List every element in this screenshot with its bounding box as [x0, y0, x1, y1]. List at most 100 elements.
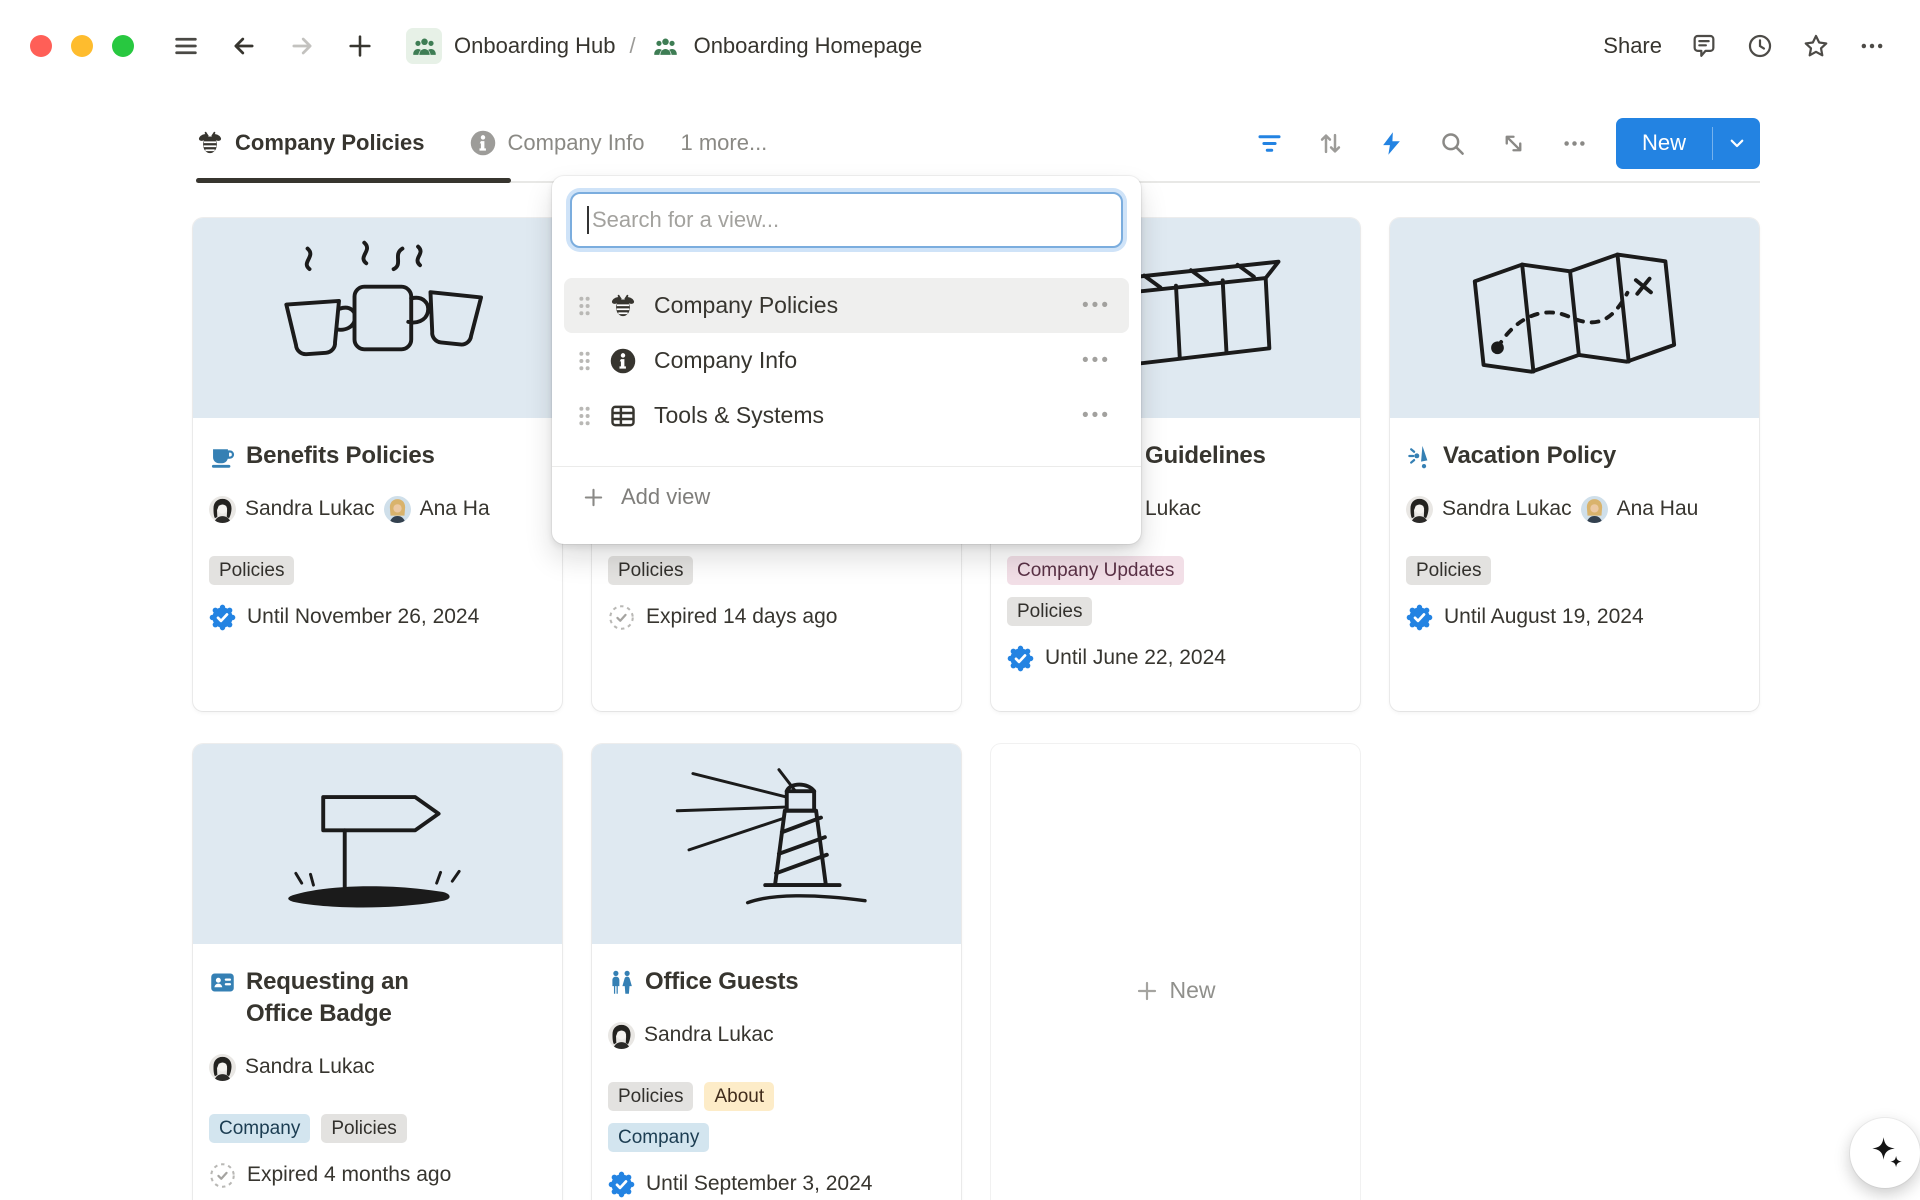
expand-view-button[interactable]	[1497, 126, 1531, 160]
view-search	[570, 192, 1123, 248]
map-illustration	[1420, 230, 1730, 406]
automations-button[interactable]	[1375, 126, 1409, 160]
view-item-company-policies[interactable]: Company Policies •••	[564, 278, 1129, 333]
lightning-icon	[1378, 130, 1405, 157]
tab-label: Company Policies	[235, 130, 425, 156]
share-button[interactable]: Share	[1593, 29, 1672, 63]
tag-policies: Policies	[321, 1114, 406, 1143]
sort-button[interactable]	[1314, 126, 1348, 160]
search-button[interactable]	[1436, 126, 1470, 160]
card-cover	[1390, 218, 1759, 418]
card-title: Vacation Policy	[1443, 440, 1616, 472]
card-vacation-policy[interactable]: Vacation Policy Sandra Lukac Ana Hau Pol…	[1390, 218, 1759, 711]
tag-policies: Policies	[1406, 556, 1491, 585]
tag-policies: Policies	[608, 1082, 693, 1111]
minimize-window-button[interactable]	[71, 35, 93, 57]
tab-company-policies[interactable]: Company Policies	[196, 129, 425, 157]
view-item-options-button[interactable]: •••	[1078, 403, 1115, 429]
card-office-badge[interactable]: Requesting an Office Badge Sandra Lukac …	[193, 744, 562, 1200]
breadcrumb-current[interactable]: Onboarding Homepage	[694, 33, 923, 59]
person-name: Sandra Lukac	[1442, 497, 1572, 521]
card-title-row: Office Guests	[608, 966, 945, 998]
close-window-button[interactable]	[30, 35, 52, 57]
view-item-tools-systems[interactable]: Tools & Systems •••	[564, 388, 1129, 443]
page-history-button[interactable]	[1742, 28, 1778, 64]
card-benefits-policies[interactable]: Benefits Policies Sandra Lukac Ana Ha Po…	[193, 218, 562, 711]
new-page-button[interactable]	[342, 28, 378, 64]
avatar	[209, 1054, 236, 1081]
card-title: Requesting an Office Badge	[246, 966, 471, 1030]
view-item-company-info[interactable]: Company Info •••	[564, 333, 1129, 388]
card-due-date: Until August 19, 2024	[1406, 603, 1743, 631]
card-content: Office Guests Sandra Lukac Policies Abou…	[592, 944, 961, 1198]
verified-badge-icon	[608, 1171, 635, 1198]
avatar	[608, 1022, 635, 1049]
view-item-options-button[interactable]: •••	[1078, 348, 1115, 374]
drag-handle-icon[interactable]	[578, 351, 591, 371]
card-tags: Company	[608, 1123, 945, 1152]
team-icon	[411, 33, 438, 60]
forward-button[interactable]	[284, 28, 320, 64]
comments-button[interactable]	[1686, 28, 1722, 64]
filter-button[interactable]	[1253, 126, 1287, 160]
new-record-dropdown-button[interactable]	[1713, 118, 1760, 169]
new-card-label: New	[1169, 977, 1215, 1004]
view-toolbar-actions: New	[1226, 118, 1760, 169]
view-item-options-button[interactable]: •••	[1078, 293, 1115, 319]
notion-ai-button[interactable]	[1850, 1118, 1920, 1188]
sidebar-toggle-button[interactable]	[168, 28, 204, 64]
card-title: Guidelines	[1145, 440, 1266, 472]
people-icon	[608, 969, 635, 996]
breadcrumb: Onboarding Hub / Onboarding Homepage	[406, 28, 922, 64]
filter-icon	[1256, 130, 1283, 157]
bee-icon	[609, 292, 637, 320]
card-tags: Policies	[1007, 597, 1344, 626]
tab-company-info[interactable]: Company Info	[469, 129, 645, 157]
add-view-label: Add view	[621, 484, 710, 510]
lighthouse-illustration	[622, 756, 932, 932]
window-controls	[30, 35, 134, 57]
favorite-button[interactable]	[1798, 28, 1834, 64]
card-office-guests[interactable]: Office Guests Sandra Lukac Policies Abou…	[592, 744, 961, 1200]
due-date-text: Expired 14 days ago	[646, 605, 837, 629]
search-icon	[1439, 130, 1466, 157]
due-date-text: Until August 19, 2024	[1444, 605, 1644, 629]
tag-policies: Policies	[608, 556, 693, 585]
view-search-input[interactable]	[570, 192, 1123, 248]
tag-company: Company	[209, 1114, 310, 1143]
person-name: Sandra Lukac	[245, 497, 375, 521]
tag-about: About	[704, 1082, 774, 1111]
tag-company: Company	[608, 1123, 709, 1152]
verified-badge-icon	[209, 604, 236, 631]
tag-company-updates: Company Updates	[1007, 556, 1184, 585]
card-title-row: Vacation Policy	[1406, 440, 1743, 472]
notion-window: Onboarding Hub / Onboarding Homepage Sha…	[0, 0, 1920, 1200]
ellipsis-icon	[1561, 130, 1588, 157]
person-name: Ana Ha	[420, 497, 490, 521]
arrow-right-icon	[288, 32, 316, 60]
text-cursor	[587, 206, 589, 234]
person-name: Sandra Lukac	[644, 1023, 774, 1047]
breadcrumb-separator: /	[627, 33, 637, 59]
card-due-date: Expired 4 months ago	[209, 1161, 546, 1189]
zoom-window-button[interactable]	[112, 35, 134, 57]
plus-icon	[1135, 979, 1159, 1003]
breadcrumb-parent-icon-tile[interactable]	[406, 28, 442, 64]
drag-handle-icon[interactable]	[578, 296, 591, 316]
view-options-button[interactable]	[1558, 126, 1592, 160]
add-view-button[interactable]: Add view	[552, 467, 1141, 527]
drag-handle-icon[interactable]	[578, 406, 591, 426]
more-views-button[interactable]: 1 more...	[680, 130, 767, 156]
new-record-button[interactable]: New	[1616, 118, 1760, 169]
card-tags: Policies About	[608, 1082, 945, 1111]
card-title-row: Benefits Policies	[209, 440, 546, 472]
view-switcher-menu: Company Policies ••• Company Info ••• To…	[552, 176, 1141, 544]
due-date-text: Expired 4 months ago	[247, 1163, 451, 1187]
back-button[interactable]	[226, 28, 262, 64]
breadcrumb-parent[interactable]: Onboarding Hub	[454, 33, 615, 59]
new-card-placeholder[interactable]: New	[991, 744, 1360, 1200]
new-record-label[interactable]: New	[1616, 118, 1712, 169]
page-options-button[interactable]	[1854, 28, 1890, 64]
pending-check-icon	[608, 604, 635, 631]
table-icon	[609, 402, 637, 430]
